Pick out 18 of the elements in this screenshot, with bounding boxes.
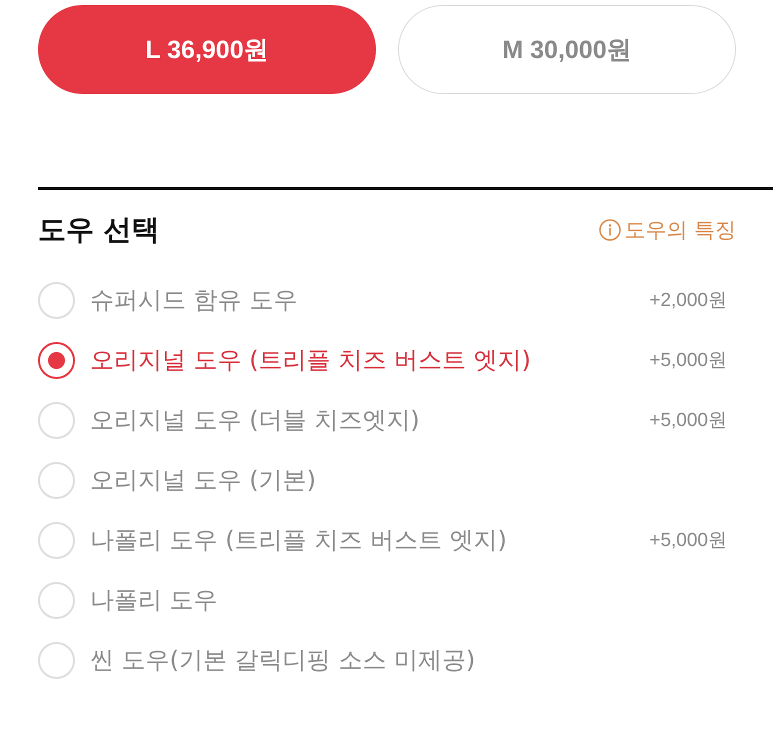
option-label[interactable]: 나폴리 도우 (트리플 치즈 버스트 엣지) [90, 524, 507, 556]
info-link-text: 도우의 특징 [624, 217, 736, 244]
option-price: +5,000원 [649, 349, 727, 373]
size-option-button[interactable]: L 36,900원 [38, 5, 376, 94]
info-icon [599, 219, 622, 241]
option-label[interactable]: 나폴리 도우 [90, 584, 218, 616]
radio-button[interactable] [38, 342, 75, 378]
size-option-button[interactable]: M 30,000원 [398, 5, 736, 94]
section-title: 도우 선택 [38, 212, 160, 248]
option-label[interactable]: 슈퍼시드 함유 도우 [90, 284, 298, 316]
option-label[interactable]: 오리지널 도우 (기본) [90, 464, 316, 496]
option-price: +5,000원 [649, 409, 727, 433]
option-label[interactable]: 오리지널 도우 (더블 치즈엣지) [90, 404, 420, 436]
option-price: +5,000원 [649, 529, 727, 553]
info-link[interactable]: 도우의 특징 [599, 216, 736, 244]
option-price: +2,000원 [649, 289, 727, 313]
option-label[interactable]: 씬 도우(기본 갈릭디핑 소스 미제공) [90, 644, 476, 676]
option-label[interactable]: 오리지널 도우 (트리플 치즈 버스트 엣지) [90, 344, 531, 376]
